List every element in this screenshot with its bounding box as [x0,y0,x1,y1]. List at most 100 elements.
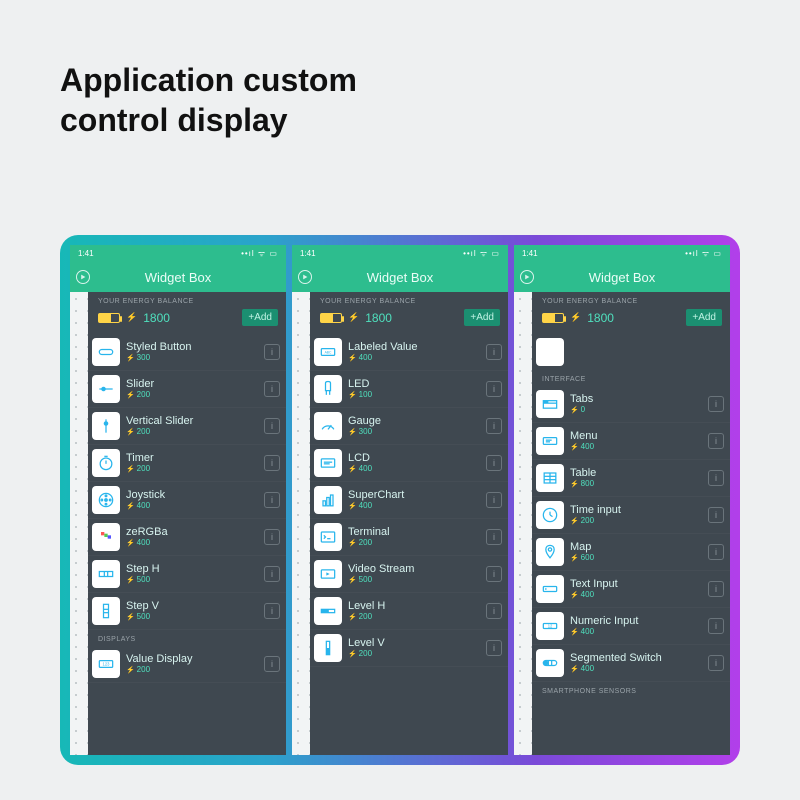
info-button[interactable]: i [264,566,280,582]
widget-name: Timer [126,452,258,465]
widget-item[interactable]: Map 600 i [532,534,730,571]
info-button[interactable]: i [486,381,502,397]
map-icon [536,538,564,566]
play-icon[interactable] [520,270,534,284]
widget-item[interactable]: SuperChart 400 i [310,482,508,519]
widget-item[interactable]: Level V 200 i [310,630,508,667]
widget-name: Gauge [348,415,480,428]
info-button[interactable]: i [486,455,502,471]
widget-name: SuperChart [348,489,480,502]
widget-item[interactable]: Menu 400 i [532,423,730,460]
widget-name: Labeled Value [348,341,480,354]
widget-cost: 200 [126,427,258,437]
info-button[interactable]: i [486,640,502,656]
widget-item[interactable]: Gauge 300 i [310,408,508,445]
info-button[interactable]: i [264,603,280,619]
levelv-icon [314,634,342,662]
phone-screen: 1:41 ••ıl ᯤ ▭ Widget Box YOUR ENERGY BAL… [292,245,508,755]
widget-item[interactable]: Table 800 i [532,460,730,497]
widget-cost: 0 [570,405,702,415]
widget-list[interactable]: INTERFACE Tabs 0 i Menu 400 i Table 800 … [532,334,730,698]
widget-item[interactable]: ABC Labeled Value 400 i [310,334,508,371]
status-time: 1:41 [522,249,538,258]
info-button[interactable]: i [708,655,724,671]
video-icon [314,560,342,588]
widget-name: Step V [126,600,258,613]
widget-item[interactable]: Video Stream 500 i [310,556,508,593]
info-button[interactable]: i [486,418,502,434]
info-button[interactable]: i [264,656,280,672]
widget-name: Slider [126,378,258,391]
widget-item[interactable]: Vertical Slider 200 i [88,408,286,445]
widget-item[interactable]: LCD 400 i [310,445,508,482]
bolt-icon: ⚡ [348,312,359,323]
info-button[interactable]: i [264,418,280,434]
widget-item[interactable]: Step V 500 i [88,593,286,630]
status-time: 1:41 [300,249,316,258]
info-button[interactable]: i [486,566,502,582]
widget-list[interactable]: Styled Button 300 i Slider 200 i Vertica… [88,334,286,683]
info-button[interactable]: i [708,470,724,486]
widget-item[interactable]: Time input 200 i [532,497,730,534]
add-button[interactable]: +Add [242,309,278,326]
widget-item[interactable]: Styled Button 300 i [88,334,286,371]
widget-name: Menu [570,430,702,443]
add-button[interactable]: +Add [686,309,722,326]
widget-item[interactable]: Level H 200 i [310,593,508,630]
info-button[interactable]: i [486,492,502,508]
widget-name: zeRGBa [126,526,258,539]
widget-name: Level H [348,600,480,613]
widget-cost: 200 [126,390,258,400]
info-button[interactable]: i [708,581,724,597]
widget-name: Vertical Slider [126,415,258,428]
info-button[interactable]: i [486,529,502,545]
info-button[interactable]: i [708,618,724,634]
info-button[interactable]: i [264,492,280,508]
widget-item[interactable]: Timer 200 i [88,445,286,482]
widget-item[interactable]: Step H 500 i [88,556,286,593]
widget-cost: 200 [126,464,258,474]
widget-cost: 400 [126,538,258,548]
menu-icon [536,427,564,455]
info-button[interactable]: i [486,603,502,619]
widget-item[interactable]: 123 Value Display 200 i [88,646,286,683]
widget-item[interactable]: 12 Numeric Input 400 i [532,608,730,645]
info-button[interactable]: i [264,344,280,360]
widget-cost: 400 [570,664,702,674]
battery-icon [542,313,564,323]
info-button[interactable]: i [264,455,280,471]
screen-title: Widget Box [367,270,433,285]
info-button[interactable]: i [708,433,724,449]
play-icon[interactable] [298,270,312,284]
widget-name: Numeric Input [570,615,702,628]
balance-amount: 1800 [587,311,680,325]
widget-item[interactable]: Tabs 0 i [532,386,730,423]
widget-item[interactable]: Terminal 200 i [310,519,508,556]
info-button[interactable]: i [708,544,724,560]
info-button[interactable]: i [486,344,502,360]
info-button[interactable]: i [264,529,280,545]
widget-name: Step H [126,563,258,576]
widget-cost: 400 [570,627,702,637]
widget-list[interactable]: ABC Labeled Value 400 i LED 100 i Gauge … [310,334,508,667]
widget-item[interactable]: zeRGBa 400 i [88,519,286,556]
widget-cost: 200 [348,612,480,622]
zergba-icon [92,523,120,551]
stepv-icon [92,597,120,625]
screen-title: Widget Box [145,270,211,285]
play-icon[interactable] [76,270,90,284]
info-button[interactable]: i [708,396,724,412]
widget-item[interactable]: LED 100 i [310,371,508,408]
widget-item[interactable]: Slider 200 i [88,371,286,408]
widget-name: Terminal [348,526,480,539]
labeled-icon: ABC [314,338,342,366]
add-button[interactable]: +Add [464,309,500,326]
joystick-icon [92,486,120,514]
info-button[interactable]: i [708,507,724,523]
widget-item[interactable]: Segmented Switch 400 i [532,645,730,682]
widget-item[interactable]: Text Input 400 i [532,571,730,608]
widget-item[interactable]: Joystick 400 i [88,482,286,519]
slider-icon [92,375,120,403]
textinput-icon [536,575,564,603]
info-button[interactable]: i [264,381,280,397]
